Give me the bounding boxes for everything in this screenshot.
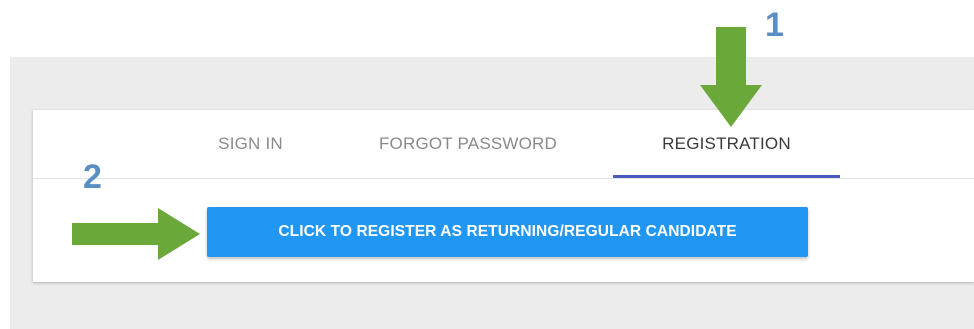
annotation-step-2: 2 <box>83 158 102 196</box>
green-arrow-right-icon <box>72 208 200 260</box>
tab-sign-in[interactable]: SIGN IN <box>198 110 303 178</box>
tab-bar: SIGN IN FORGOT PASSWORD REGISTRATION <box>33 110 974 179</box>
green-arrow-down-icon <box>700 27 762 127</box>
annotation-step-1: 1 <box>765 6 784 44</box>
active-tab-indicator <box>613 175 840 178</box>
register-returning-candidate-button[interactable]: CLICK TO REGISTER AS RETURNING/REGULAR C… <box>207 207 808 257</box>
tab-forgot-password[interactable]: FORGOT PASSWORD <box>351 110 585 178</box>
